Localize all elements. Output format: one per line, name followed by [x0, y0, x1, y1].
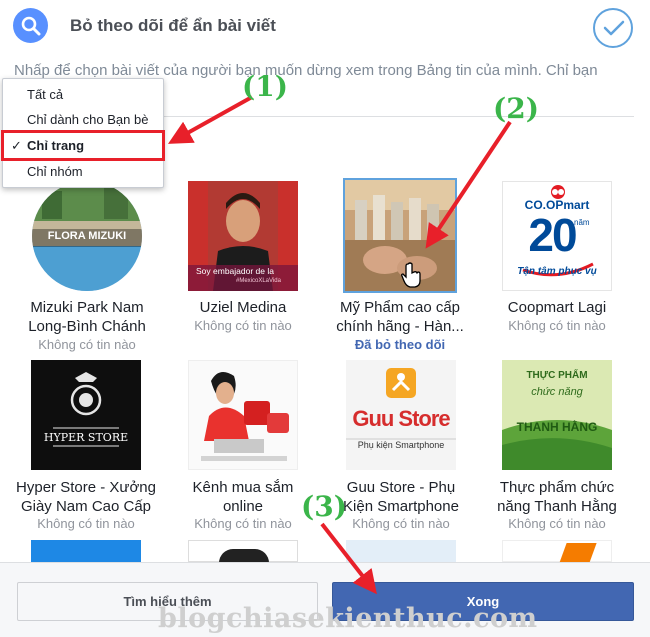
coopmart-slogan: Tận tâm phục vụ [517, 266, 597, 277]
page-status: Không có tin nào [38, 337, 136, 352]
page-name[interactable]: Mizuki Park Nam [7, 298, 167, 317]
thanh-hang-line3: THANH HẰNG [516, 420, 598, 434]
thanh-hang-line2: chức năng [531, 386, 583, 398]
guu-store-sub: Phụ kiện Smartphone [357, 440, 445, 450]
page-avatar-partial[interactable] [346, 540, 456, 562]
page-name-line2[interactable]: Giày Nam Cao Cấp [6, 497, 166, 516]
menu-item-all[interactable]: Tất cả [3, 83, 163, 107]
page-name[interactable]: Coopmart Lagi [477, 298, 637, 317]
page-status: Không có tin nào [508, 516, 606, 531]
guu-store-brand: Guu Store [352, 406, 450, 431]
page-status: Không có tin nào [194, 318, 292, 333]
dialog-title: Bỏ theo dõi để ẩn bài viết [70, 16, 276, 35]
page-name[interactable]: Kênh mua sắm [163, 478, 323, 497]
page-name[interactable]: Uziel Medina [163, 298, 323, 317]
hyper-store-logo-text: HYPER STORE [43, 431, 129, 444]
watermark: blogchiasekienthuc.com [158, 603, 538, 634]
thanh-hang-line1: THỰC PHẨM [526, 370, 588, 381]
page-name[interactable]: Hyper Store - Xưởng [6, 478, 166, 497]
menu-item-groups-only[interactable]: Chỉ nhóm [3, 160, 163, 184]
coopmart-anniversary-number: 20 [528, 209, 577, 261]
page-name[interactable]: Thực phẩm chức [477, 478, 637, 497]
page-avatar-partial[interactable] [31, 540, 141, 562]
page-name-line2[interactable]: chính hãng - Hàn... [320, 317, 480, 336]
menu-item-friends-only[interactable]: Chỉ dành cho Bạn bè [3, 108, 163, 132]
page-name-line2[interactable]: Long-Bình Chánh [7, 317, 167, 336]
annotation-highlight-box [1, 130, 165, 161]
annotation-label-2: (2) [493, 92, 539, 125]
page-status: Không có tin nào [37, 516, 135, 531]
coopmart-anniversary-unit: năm [574, 218, 590, 227]
page-avatar-hyper-store[interactable] [31, 360, 141, 470]
menu-item-label: Chỉ nhóm [27, 164, 83, 179]
page-avatar-caption: Soy embajador de la [196, 266, 274, 276]
annotation-label-3: (3) [301, 490, 347, 523]
page-name-line2[interactable]: online [163, 497, 323, 516]
page-name[interactable]: Mỹ Phẩm cao cấp [320, 298, 480, 317]
page-avatar-partial[interactable] [502, 540, 612, 563]
page-avatar-partial[interactable] [188, 540, 298, 563]
menu-item-label: Tất cả [27, 87, 64, 102]
page-status: Không có tin nào [194, 516, 292, 531]
page-avatar-tag: #MexicoXLaVida [236, 278, 281, 284]
page-status: Không có tin nào [508, 318, 606, 333]
check-icon[interactable] [593, 8, 633, 48]
dialog-description: Nhấp để chọn bài viết của người bạn muốn… [14, 62, 598, 79]
page-status: Đã bỏ theo dõi [354, 337, 446, 352]
page-name-line2[interactable]: năng Thanh Hằng [477, 497, 637, 516]
page-avatar-my-pham[interactable] [343, 178, 457, 293]
hand-cursor-icon [401, 262, 421, 288]
search-icon [13, 8, 48, 43]
page-avatar-caption: FLORA MIZUKI [47, 230, 127, 242]
dialog-header: Bỏ theo dõi để ẩn bài viết [0, 0, 650, 52]
divider [160, 116, 634, 117]
menu-item-label: Chỉ dành cho Bạn bè [27, 112, 149, 127]
page-avatar-kenh-mua-sam[interactable] [188, 360, 298, 470]
annotation-label-1: (1) [242, 70, 288, 103]
